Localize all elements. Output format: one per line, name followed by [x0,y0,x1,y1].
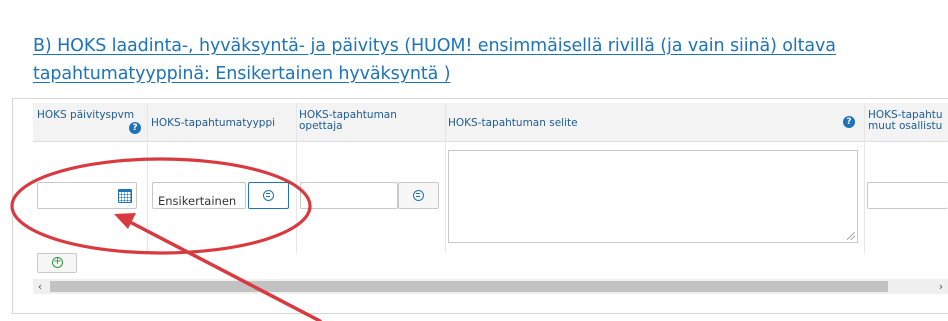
list-icon [412,189,424,201]
column-divider [864,103,865,253]
column-header-description: HOKS-tapahtuman selite [448,117,578,129]
resize-handle-icon[interactable] [847,232,855,240]
horizontal-scrollbar[interactable]: ‹ › [33,279,948,294]
column-header-event-type: HOKS-tapahtumatyyppi [151,117,276,129]
column-divider [296,103,297,253]
date-help-icon[interactable]: ? [129,122,141,134]
other-participants-input[interactable] [867,182,948,209]
column-divider [147,103,148,253]
event-type-value: Ensikertainen [158,194,237,208]
grid-header: HOKS päivityspvm HOKS-tapahtumatyyppi HO… [33,103,948,142]
column-header-date: HOKS päivityspvm [37,109,135,121]
scroll-right-icon[interactable]: › [934,279,948,294]
scroll-left-icon[interactable]: ‹ [33,279,47,294]
column-header-other-participants: HOKS-tapahtu muut osallistu [868,109,943,132]
teacher-input[interactable] [300,182,398,209]
column-divider [445,103,446,253]
event-type-picker-button[interactable] [248,182,289,209]
add-row-button[interactable]: + [37,253,77,273]
section-title-link[interactable]: B) HOKS laadinta-, hyväksyntä- ja päivit… [33,32,933,88]
description-help-icon[interactable]: ? [843,116,855,128]
add-icon: + [52,256,63,268]
teacher-picker-button[interactable] [398,182,439,209]
description-textarea[interactable] [448,150,858,243]
list-icon [262,189,274,201]
calendar-icon[interactable] [118,189,132,203]
scrollbar-thumb[interactable] [50,281,888,292]
column-header-teacher: HOKS-tapahtuman opettaja [299,109,397,132]
